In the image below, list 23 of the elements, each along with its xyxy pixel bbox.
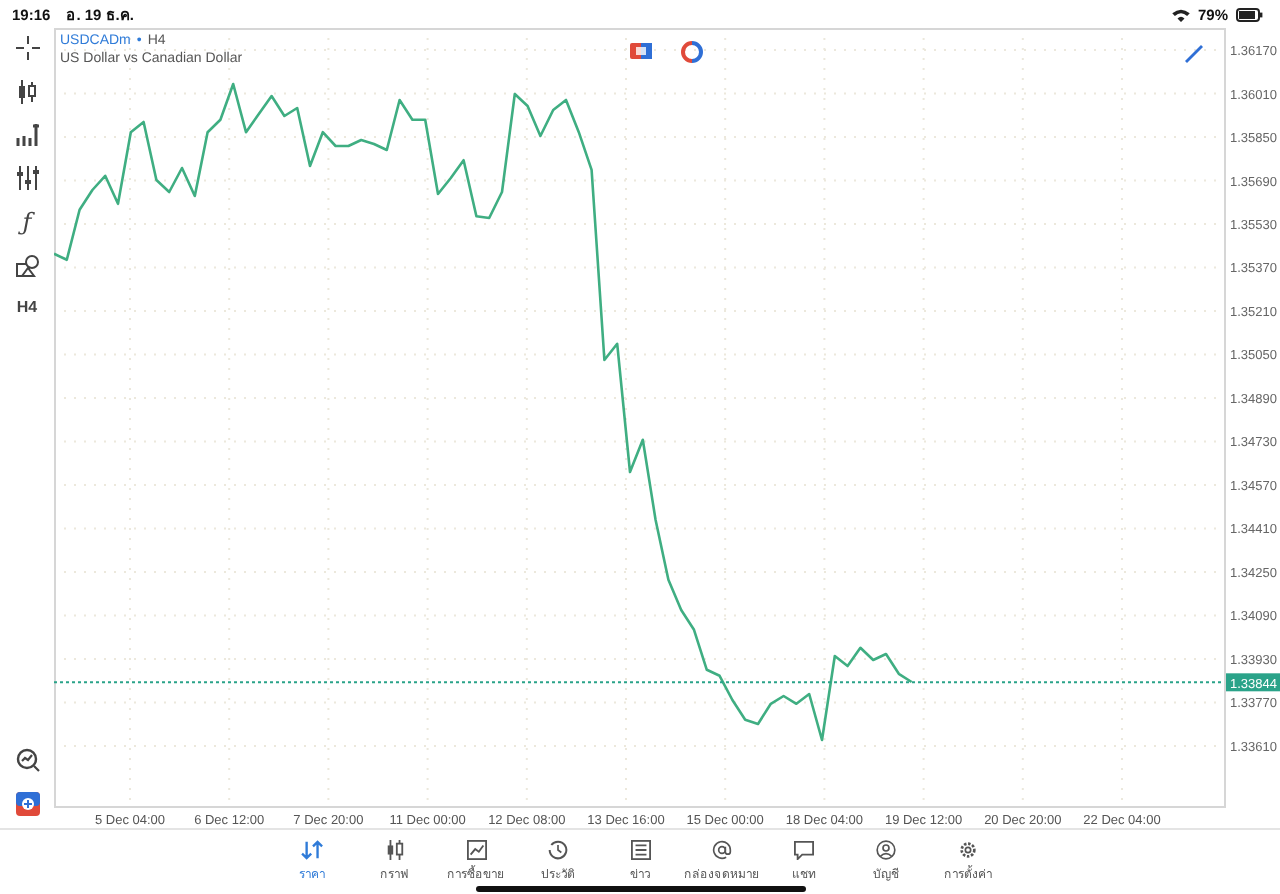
trendline-icon[interactable] (1185, 45, 1203, 63)
settings-icon (956, 840, 980, 860)
candlestick-icon[interactable] (16, 80, 38, 104)
crosshair-icon[interactable] (15, 36, 39, 60)
one-click-trading-icon[interactable] (630, 43, 652, 59)
up-down-arrows-icon (299, 840, 325, 860)
candlestick-icon (383, 840, 405, 860)
wifi-icon (1171, 7, 1190, 21)
line-chart-icon (465, 840, 487, 860)
sliders-icon[interactable] (15, 166, 39, 190)
newspaper-icon (629, 840, 651, 860)
timeframe-button[interactable]: H4 (16, 298, 38, 316)
speech-bubble-icon (792, 840, 816, 860)
ring-icon[interactable] (681, 41, 703, 63)
app-logo-icon[interactable] (15, 792, 39, 816)
at-sign-icon (710, 840, 734, 860)
clock-icon (546, 840, 570, 860)
battery-icon (1236, 7, 1264, 21)
person-icon (874, 840, 898, 860)
shapes-icon[interactable] (15, 254, 39, 278)
zoom-chart-icon[interactable] (15, 748, 39, 772)
function-icon[interactable]: ƒ (22, 210, 32, 234)
bar-chart-icon[interactable] (15, 124, 39, 146)
